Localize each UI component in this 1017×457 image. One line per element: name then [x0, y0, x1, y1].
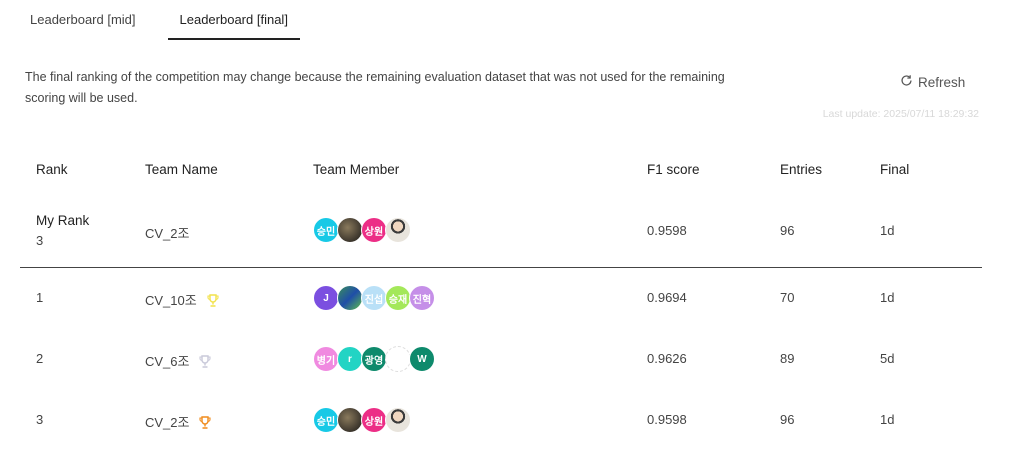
column-header-team-name: Team Name [145, 162, 218, 177]
my-entries: 96 [780, 223, 795, 238]
member-avatar: 승민 [313, 217, 339, 243]
my-rank-divider [20, 267, 982, 268]
tab-leaderboard-final[interactable]: Leaderboard [final] [167, 0, 300, 40]
refresh-button[interactable]: Refresh [900, 74, 965, 90]
refresh-icon [900, 74, 913, 90]
member-avatar: 병기 [313, 346, 339, 372]
member-avatar: W [409, 346, 435, 372]
member-avatar: 승민 [313, 407, 339, 433]
row-final: 1d [880, 412, 895, 427]
row-final: 1d [880, 290, 895, 305]
row-team-name: CV_2조 [145, 412, 212, 432]
member-avatar: 승재 [385, 285, 411, 311]
row-f1-score: 0.9626 [647, 351, 687, 366]
refresh-label: Refresh [918, 74, 966, 90]
member-avatar [337, 285, 363, 311]
member-avatar [385, 217, 411, 243]
row-final: 5d [880, 351, 895, 366]
column-header-final: Final [880, 162, 910, 177]
member-avatar [337, 217, 363, 243]
column-header-entries: Entries [780, 162, 823, 177]
row-rank: 3 [36, 412, 44, 427]
trophy-icon [207, 293, 219, 310]
my-final: 1d [880, 223, 895, 238]
final-ranking-notice: The final ranking of the competition may… [25, 70, 725, 105]
member-avatar: 광영 [361, 346, 387, 372]
row-rank: 2 [36, 351, 44, 366]
row-rank: 1 [36, 290, 44, 305]
member-avatar: 진혁 [409, 285, 435, 311]
team-name-text: CV_6조 [145, 354, 190, 369]
member-avatar: 상원 [361, 217, 387, 243]
my-team-name: CV_2조 [145, 226, 190, 241]
last-update-text: Last update: 2025/07/11 18:29:32 [822, 108, 979, 120]
row-f1-score: 0.9598 [647, 412, 687, 427]
member-avatar [337, 407, 363, 433]
row-entries: 96 [780, 412, 795, 427]
column-header-f1-score: F1 score [647, 162, 700, 177]
member-avatar: 상원 [361, 407, 387, 433]
team-name-text: CV_10조 [145, 293, 197, 308]
member-avatar [385, 407, 411, 433]
member-avatar: r [337, 346, 363, 372]
row-entries: 89 [780, 351, 795, 366]
trophy-icon [199, 415, 212, 432]
member-avatar [385, 346, 411, 372]
team-name-text: CV_2조 [145, 415, 190, 430]
row-entries: 70 [780, 290, 795, 305]
row-team-members: J 진섭 승재 진혁 [313, 285, 435, 311]
column-header-rank: Rank [36, 162, 68, 177]
my-team-members: 승민 상원 [313, 217, 411, 243]
tab-leaderboard-mid[interactable]: Leaderboard [mid] [18, 0, 148, 38]
member-avatar: J [313, 285, 339, 311]
row-f1-score: 0.9694 [647, 290, 687, 305]
my-f1-score: 0.9598 [647, 223, 687, 238]
row-team-name: CV_10조 [145, 290, 219, 310]
trophy-icon [199, 354, 212, 371]
column-header-team-member: Team Member [313, 162, 400, 177]
member-avatar: 진섭 [361, 285, 387, 311]
row-team-name: CV_6조 [145, 351, 212, 371]
row-team-members: 승민 상원 [313, 407, 411, 433]
my-rank-label: My Rank [36, 213, 90, 228]
leaderboard-tabs: Leaderboard [mid] Leaderboard [final] [18, 0, 320, 40]
my-rank-number: 3 [36, 233, 44, 248]
row-team-members: 병기 r 광영 W [313, 346, 435, 372]
